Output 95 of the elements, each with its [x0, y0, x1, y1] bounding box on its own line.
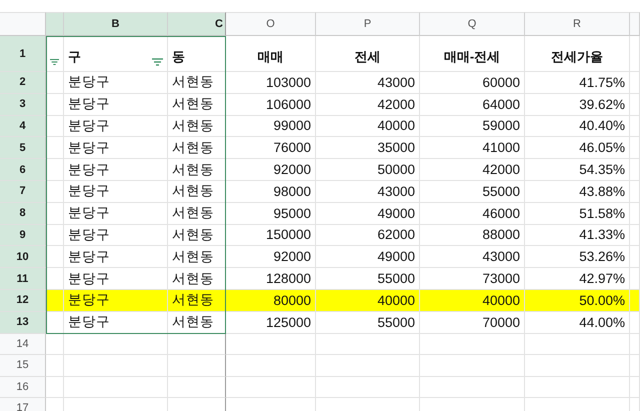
column-title: 매매: [226, 36, 316, 72]
table-cell: 분당구: [64, 137, 168, 160]
row-header[interactable]: 13: [0, 312, 46, 334]
table-cell: 128000: [226, 268, 316, 290]
row-header[interactable]: 12: [0, 290, 46, 312]
column-header[interactable]: [630, 12, 640, 36]
table-cell: 39.62%: [525, 94, 630, 116]
table-cell: 54.35%: [525, 159, 630, 181]
column-title: 전세가율: [525, 36, 630, 72]
table-cell: 서현동: [168, 224, 226, 246]
table-cell: 73000: [420, 268, 525, 290]
table-cell: 40000: [316, 290, 420, 312]
table-cell: 64000: [420, 94, 525, 116]
filter-icon[interactable]: [152, 58, 163, 66]
table-cell: 59000: [420, 116, 525, 138]
table-cell: 42000: [420, 159, 525, 181]
table-cell: 46.05%: [525, 137, 630, 160]
column-title: 전세: [316, 36, 420, 72]
table-cell: 55000: [420, 180, 525, 203]
table-cell: 서현동: [168, 290, 226, 312]
table-cell: 분당구: [64, 94, 168, 116]
table-cell: 43000: [316, 180, 420, 203]
row-header[interactable]: 1: [0, 36, 46, 72]
table-cell: 60000: [420, 72, 525, 94]
row-header[interactable]: 15: [0, 355, 46, 377]
table-cell: 106000: [226, 94, 316, 116]
table-cell: 92000: [226, 159, 316, 181]
table-cell: 46000: [420, 202, 525, 225]
table-cell: 분당구: [64, 246, 168, 268]
table-cell: 44.00%: [525, 312, 630, 334]
row-header[interactable]: 3: [0, 94, 46, 116]
table-cell: 서현동: [168, 116, 226, 138]
table-cell: 43000: [316, 72, 420, 94]
table-cell: 53.26%: [525, 246, 630, 268]
table-cell: 분당구: [64, 180, 168, 203]
table-cell: 42.97%: [525, 268, 630, 290]
table-cell: 88000: [420, 224, 525, 246]
table-cell: 103000: [226, 72, 316, 94]
table-cell: 98000: [226, 180, 316, 203]
table-cell: 95000: [226, 202, 316, 225]
table-cell: 70000: [420, 312, 525, 334]
table-cell: 62000: [316, 224, 420, 246]
table-cell: 분당구: [64, 159, 168, 181]
table-cell: 51.58%: [525, 202, 630, 225]
table-cell: 43000: [420, 246, 525, 268]
column-header[interactable]: R: [525, 12, 630, 36]
table-cell: 41.33%: [525, 224, 630, 246]
filter-icon[interactable]: [50, 58, 59, 66]
table-cell: 분당구: [64, 202, 168, 225]
row-header[interactable]: 4: [0, 116, 46, 138]
column-header[interactable]: O: [226, 12, 316, 36]
table-cell: 분당구: [64, 116, 168, 138]
table-cell: 50000: [316, 159, 420, 181]
row-header[interactable]: 14: [0, 334, 46, 356]
table-cell: 41.75%: [525, 72, 630, 94]
table-cell: 42000: [316, 94, 420, 116]
table-cell: 55000: [316, 268, 420, 290]
table-cell: 55000: [316, 312, 420, 334]
row-header[interactable]: 9: [0, 224, 46, 246]
column-header[interactable]: Q: [420, 12, 525, 36]
table-cell: 49000: [316, 202, 420, 225]
column-title: 구: [64, 36, 168, 72]
table-cell: 76000: [226, 137, 316, 160]
row-header[interactable]: 6: [0, 159, 46, 181]
table-cell: 분당구: [64, 290, 168, 312]
table-cell: 40.40%: [525, 116, 630, 138]
table-cell: 43.88%: [525, 180, 630, 203]
table-cell: 분당구: [64, 72, 168, 94]
corner-header[interactable]: [0, 12, 46, 36]
column-header[interactable]: B: [64, 12, 168, 36]
row-header[interactable]: 10: [0, 246, 46, 268]
row-header[interactable]: 2: [0, 72, 46, 94]
table-cell: 49000: [316, 246, 420, 268]
table-cell: 50.00%: [525, 290, 630, 312]
row-header[interactable]: 16: [0, 376, 46, 398]
table-cell: 99000: [226, 116, 316, 138]
table-cell: 분당구: [64, 268, 168, 290]
table-cell: 40000: [420, 290, 525, 312]
table-cell: 150000: [226, 224, 316, 246]
column-header[interactable]: [46, 12, 64, 36]
table-cell: 40000: [316, 116, 420, 138]
table-cell: 92000: [226, 246, 316, 268]
row-header[interactable]: 8: [0, 202, 46, 225]
row-header[interactable]: 11: [0, 268, 46, 290]
table-cell: 35000: [316, 137, 420, 160]
row-header[interactable]: 7: [0, 180, 46, 203]
table-cell: 80000: [226, 290, 316, 312]
table-cell: 125000: [226, 312, 316, 334]
table-cell: 분당구: [64, 224, 168, 246]
column-title: 매매-전세: [420, 36, 525, 72]
column-header[interactable]: C: [168, 12, 226, 36]
row-header[interactable]: 17: [0, 398, 46, 411]
column-header[interactable]: P: [316, 12, 420, 36]
table-cell: 41000: [420, 137, 525, 160]
row-header[interactable]: 5: [0, 137, 46, 160]
